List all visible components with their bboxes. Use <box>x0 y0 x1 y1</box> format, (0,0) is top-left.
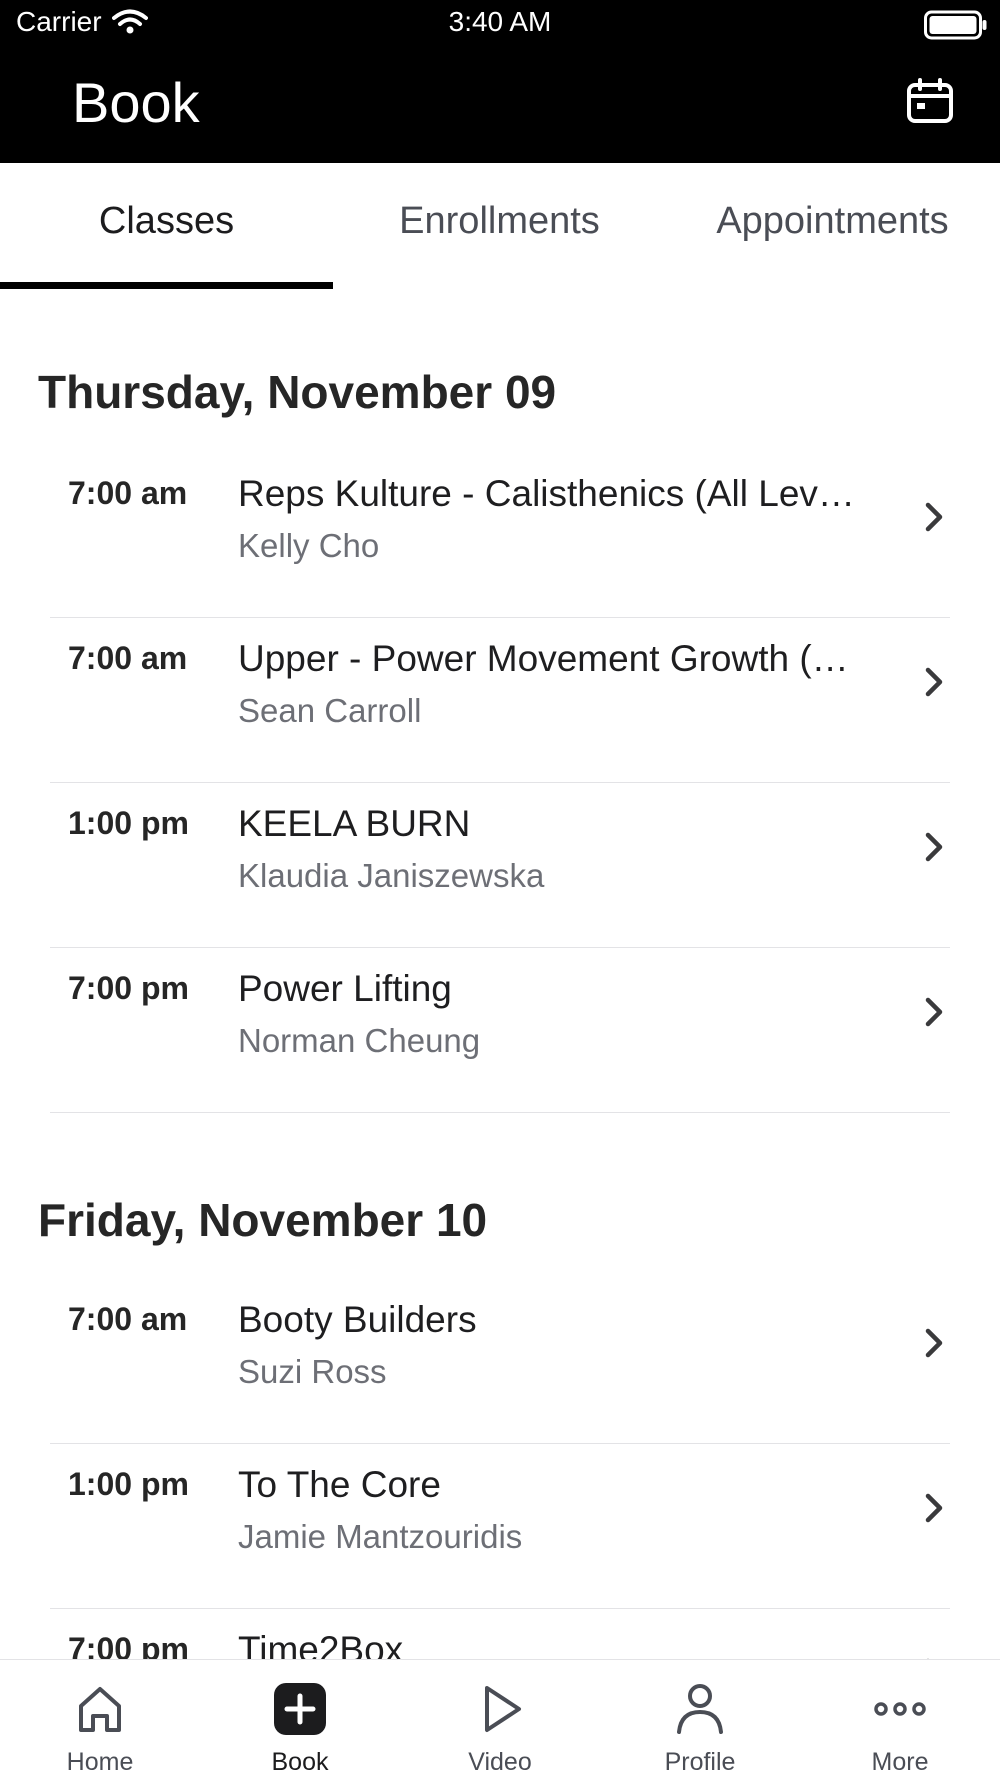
class-time: 7:00 am <box>68 1301 188 1337</box>
bottom-tab-bar: Home Book Video Profile More <box>0 1659 1000 1778</box>
class-schedule-list[interactable]: Thursday, November 09 7:00 am Reps Kultu… <box>0 289 1000 1659</box>
class-time: 1:00 pm <box>68 805 189 841</box>
class-name: Booty Builders <box>238 1299 477 1340</box>
class-name: KEELA BURN <box>238 803 471 844</box>
class-name: Time2Box <box>238 1629 404 1659</box>
class-row[interactable]: 1:00 pm KEELA BURN Klaudia Janiszewska <box>50 783 950 948</box>
day-heading: Thursday, November 09 <box>38 366 557 418</box>
home-icon <box>79 1687 121 1732</box>
person-icon <box>677 1684 723 1734</box>
class-name: Upper - Power Movement Growth (… <box>238 638 849 679</box>
more-icon <box>874 1702 926 1716</box>
segment-tabs: Classes Enrollments Appointments <box>0 163 1000 289</box>
class-row[interactable]: 1:00 pm To The Core Jamie Mantzouridis <box>50 1444 950 1609</box>
status-bar: Carrier 3:40 AM <box>0 0 1000 48</box>
nav-label: Home <box>66 1748 134 1776</box>
nav-more[interactable]: More <box>800 1660 1000 1778</box>
battery-icon <box>924 10 987 40</box>
tab-enrollments[interactable]: Enrollments <box>333 163 666 289</box>
class-time: 7:00 am <box>68 640 188 676</box>
nav-label: Book <box>271 1748 329 1776</box>
chevron-right-icon <box>925 1493 943 1523</box>
app-header: Carrier 3:40 AM Book <box>0 0 1000 163</box>
day-heading: Friday, November 10 <box>38 1194 488 1246</box>
class-name: Power Lifting <box>238 968 452 1009</box>
class-time: 7:00 am <box>68 475 188 511</box>
class-instructor: Suzi Ross <box>238 1353 387 1390</box>
tab-label: Enrollments <box>399 199 600 242</box>
nav-label: Profile <box>664 1748 736 1776</box>
tab-classes[interactable]: Classes <box>0 163 333 289</box>
class-row[interactable]: 7:00 pm Time2Box <box>50 1609 950 1659</box>
nav-label: More <box>871 1748 929 1776</box>
class-row[interactable]: 7:00 am Booty Builders Suzi Ross <box>50 1279 950 1444</box>
class-time: 1:00 pm <box>68 1466 189 1502</box>
class-instructor: Jamie Mantzouridis <box>238 1518 523 1555</box>
class-row[interactable]: 7:00 am Reps Kulture - Calisthenics (All… <box>50 453 950 618</box>
class-name: To The Core <box>238 1464 441 1505</box>
class-instructor: Norman Cheung <box>238 1022 481 1059</box>
nav-book[interactable]: Book <box>200 1660 400 1778</box>
tab-label: Classes <box>98 199 235 242</box>
nav-profile[interactable]: Profile <box>600 1660 800 1778</box>
class-time: 7:00 pm <box>68 1631 189 1659</box>
chevron-right-icon <box>925 667 943 697</box>
class-instructor: Klaudia Janiszewska <box>238 857 545 894</box>
class-row[interactable]: 7:00 pm Power Lifting Norman Cheung <box>50 948 950 1113</box>
class-row[interactable]: 7:00 am Upper - Power Movement Growth (…… <box>50 618 950 783</box>
tab-label: Appointments <box>716 199 949 242</box>
chevron-right-icon <box>925 832 943 862</box>
nav-home[interactable]: Home <box>0 1660 200 1778</box>
class-time: 7:00 pm <box>68 970 189 1006</box>
class-name: Reps Kulture - Calisthenics (All Lev… <box>238 473 855 514</box>
calendar-icon[interactable] <box>906 78 954 124</box>
chevron-right-icon <box>925 502 943 532</box>
status-time: 3:40 AM <box>448 6 552 37</box>
page-title: Book <box>72 71 200 134</box>
class-instructor: Kelly Cho <box>238 527 380 564</box>
plus-icon <box>274 1683 326 1735</box>
tab-appointments[interactable]: Appointments <box>666 163 999 289</box>
nav-label: Video <box>468 1748 532 1776</box>
nav-video[interactable]: Video <box>400 1660 600 1778</box>
chevron-right-icon <box>925 997 943 1027</box>
play-icon <box>485 1686 521 1732</box>
chevron-right-icon <box>925 1328 943 1358</box>
class-instructor: Sean Carroll <box>238 692 422 729</box>
